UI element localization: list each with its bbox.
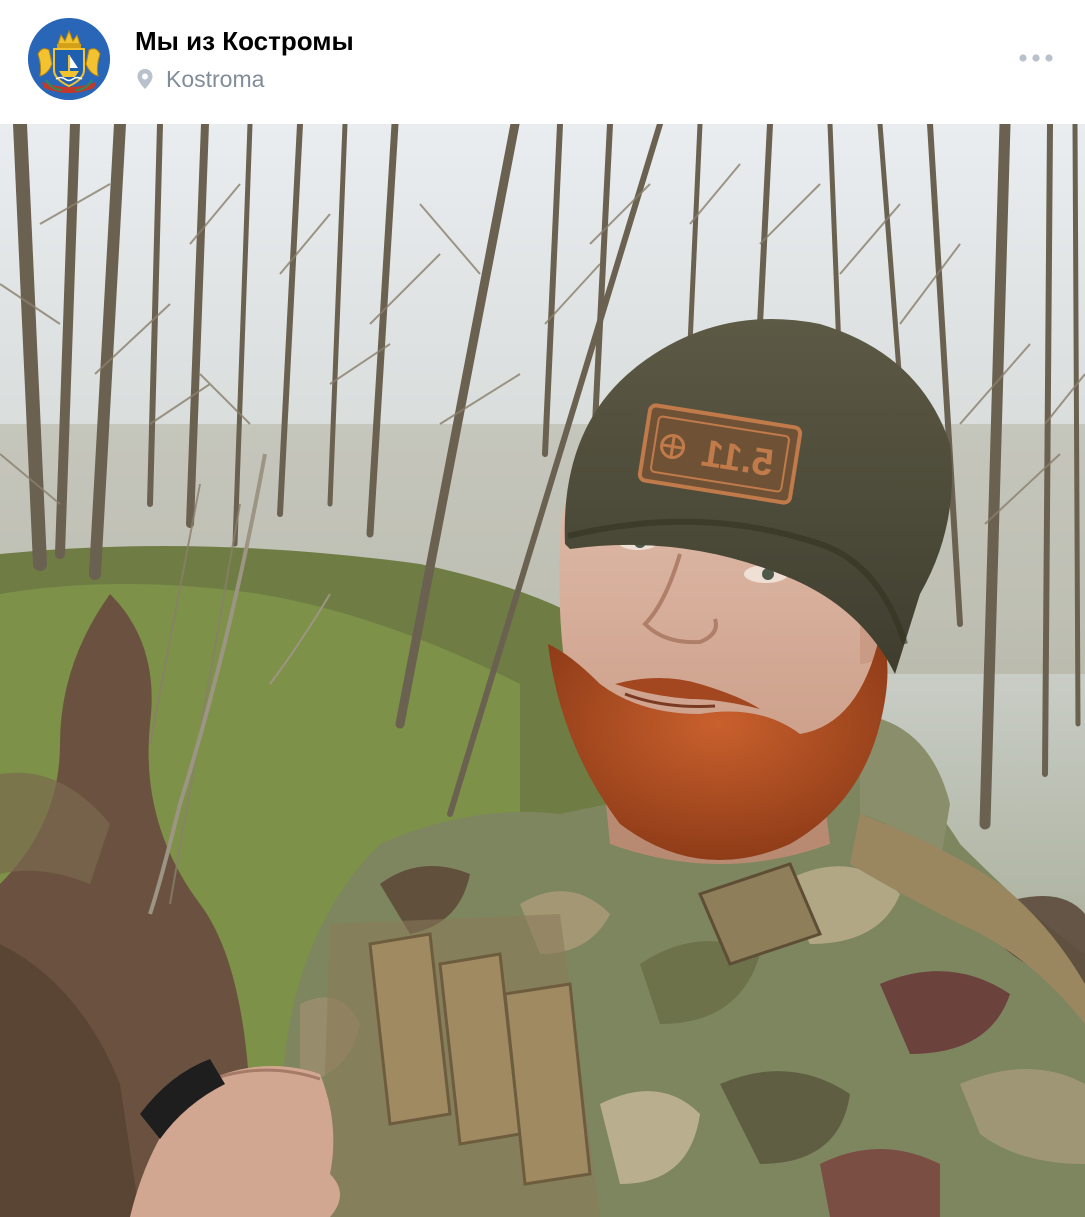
post-photo[interactable]: 5.11 — [0, 124, 1085, 1217]
more-horizontal-icon — [1019, 54, 1053, 62]
coat-of-arms-icon — [28, 18, 110, 100]
community-name[interactable]: Мы из Костромы — [135, 26, 354, 57]
soldier-selfie-in-forest-image: 5.11 — [0, 124, 1085, 1217]
post-location[interactable]: Kostroma — [136, 64, 264, 94]
location-label: Kostroma — [166, 65, 265, 92]
post-header: Мы из Костромы Kostroma — [0, 0, 1085, 124]
community-avatar[interactable] — [28, 18, 110, 100]
more-options-button[interactable] — [1014, 44, 1058, 72]
location-pin-icon — [137, 69, 153, 89]
